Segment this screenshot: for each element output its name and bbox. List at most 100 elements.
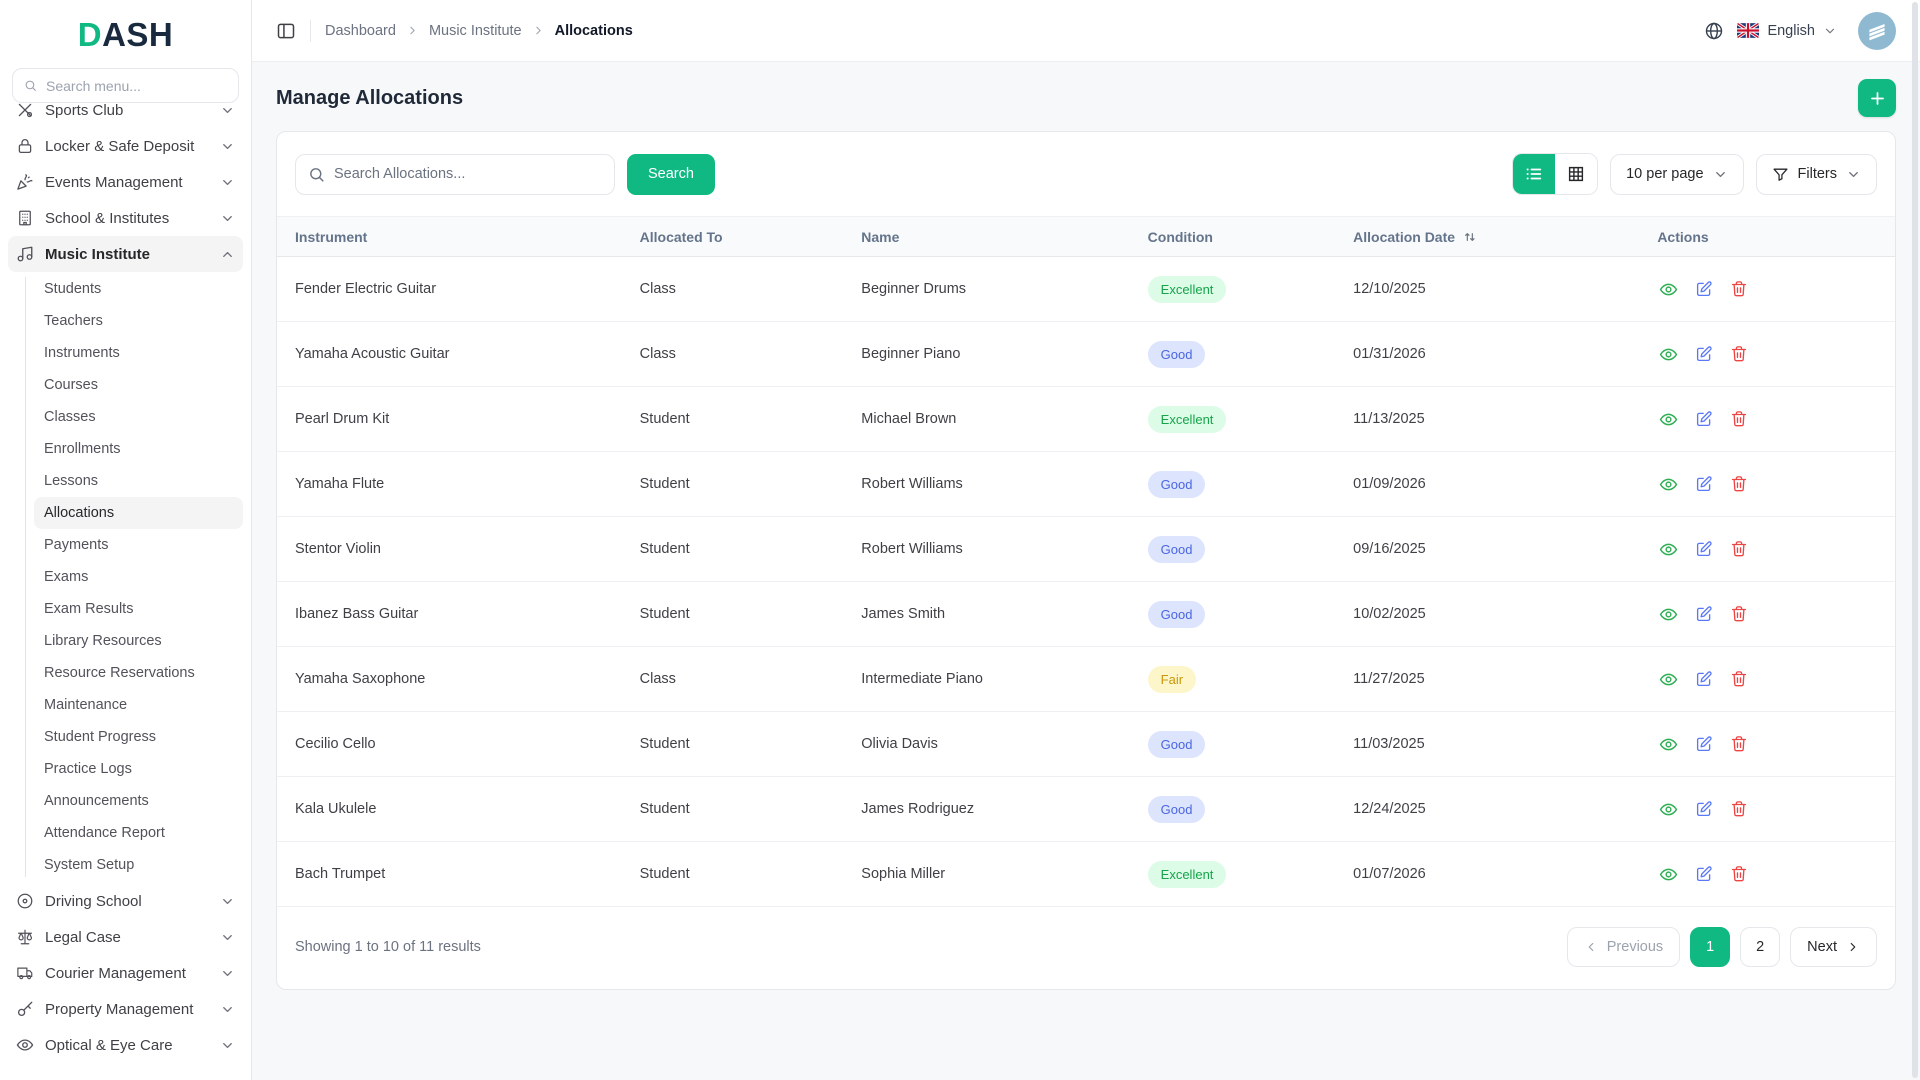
previous-page-button[interactable]: Previous (1566, 927, 1681, 967)
delete-button[interactable] (1728, 473, 1750, 495)
search-button[interactable]: Search (627, 153, 715, 195)
delete-button[interactable] (1728, 603, 1750, 625)
delete-button[interactable] (1728, 408, 1750, 430)
condition-badge: Good (1147, 730, 1206, 758)
sort-icon[interactable] (1462, 229, 1478, 245)
view-button[interactable] (1657, 798, 1680, 821)
page-buttons: 1 2 (1690, 927, 1781, 967)
edit-button[interactable] (1693, 798, 1715, 820)
sidebar-subitem[interactable]: Payments (34, 529, 243, 561)
sidebar-subitem[interactable]: Teachers (34, 305, 243, 337)
edit-button[interactable] (1693, 733, 1715, 755)
main-area: Dashboard Music Institute Allocations En… (252, 0, 1920, 1080)
view-button[interactable] (1657, 343, 1680, 366)
sidebar-subitem[interactable]: Classes (34, 401, 243, 433)
sidebar-item-events-management[interactable]: Events Management (8, 164, 243, 200)
per-page-select[interactable]: 10 per page (1610, 153, 1744, 195)
cell-allocation-date: 01/31/2026 (1335, 321, 1640, 387)
sidebar-subitem[interactable]: Student Progress (34, 721, 243, 753)
sidebar-subitem[interactable]: System Setup (34, 849, 243, 881)
sidebar-subitem[interactable]: Students (34, 273, 243, 305)
delete-button[interactable] (1728, 798, 1750, 820)
allocations-search-box[interactable] (295, 153, 615, 195)
sidebar-item-legal-case[interactable]: Legal Case (8, 919, 243, 955)
sidebar-subitem[interactable]: Courses (34, 369, 243, 401)
sidebar-subitem[interactable]: Resource Reservations (34, 657, 243, 689)
sidebar-subitem[interactable]: Exam Results (34, 593, 243, 625)
sidebar-item-sports-club[interactable]: Sports Club (8, 103, 243, 128)
edit-button[interactable] (1693, 278, 1715, 300)
sidebar-subitem[interactable]: Instruments (34, 337, 243, 369)
eye-icon (1659, 280, 1678, 299)
globe-icon[interactable] (1704, 21, 1724, 41)
add-allocation-button[interactable] (1858, 79, 1896, 117)
edit-button[interactable] (1693, 408, 1715, 430)
sidebar-subitem[interactable]: Library Resources (34, 625, 243, 657)
edit-button[interactable] (1693, 668, 1715, 690)
sidebar-item-optical-eye-care[interactable]: Optical & Eye Care (8, 1027, 243, 1063)
sidebar-subitem[interactable]: Attendance Report (34, 817, 243, 849)
sidebar-item-driving-school[interactable]: Driving School (8, 883, 243, 919)
sidebar-toggle-icon[interactable] (276, 21, 296, 41)
sidebar-subitem[interactable]: Maintenance (34, 689, 243, 721)
view-button[interactable] (1657, 538, 1680, 561)
cell-allocated-to: Class (621, 256, 844, 322)
steering-wheel-icon (16, 892, 34, 910)
cell-condition: Good (1129, 321, 1336, 387)
view-button[interactable] (1657, 473, 1680, 496)
view-button[interactable] (1657, 278, 1680, 301)
edit-button[interactable] (1693, 863, 1715, 885)
sidebar-item-label: Driving School (45, 892, 142, 910)
cell-allocated-to: Class (621, 646, 844, 712)
grid-view-button[interactable] (1555, 154, 1598, 194)
edit-button[interactable] (1693, 603, 1715, 625)
sidebar-subitem[interactable]: Exams (34, 561, 243, 593)
delete-button[interactable] (1728, 863, 1750, 885)
breadcrumb-link[interactable]: Allocations (555, 23, 633, 39)
delete-button[interactable] (1728, 343, 1750, 365)
sidebar-subitem[interactable]: Allocations (34, 497, 243, 529)
allocations-search-input[interactable] (334, 166, 602, 182)
sidebar-item-music-institute[interactable]: Music Institute (8, 236, 243, 272)
delete-button[interactable] (1728, 278, 1750, 300)
list-view-button[interactable] (1513, 154, 1556, 194)
next-page-button[interactable]: Next (1790, 927, 1877, 967)
view-button[interactable] (1657, 668, 1680, 691)
filters-button[interactable]: Filters (1755, 153, 1877, 195)
per-page-value: 10 per page (1626, 166, 1704, 182)
edit-button[interactable] (1693, 473, 1715, 495)
language-selector[interactable]: English (1737, 23, 1837, 39)
sidebar-item-property-management[interactable]: Property Management (8, 991, 243, 1027)
logo-accent-letter: D (77, 16, 103, 53)
cell-name: Robert Williams (843, 516, 1130, 582)
sidebar-item-school-institutes[interactable]: School & Institutes (8, 200, 243, 236)
window-scrollbar[interactable] (1912, 2, 1918, 1078)
delete-button[interactable] (1728, 538, 1750, 560)
page-number-button[interactable]: 1 (1690, 927, 1731, 967)
delete-button[interactable] (1728, 668, 1750, 690)
avatar[interactable] (1858, 11, 1896, 50)
edit-button[interactable] (1693, 538, 1715, 560)
view-button[interactable] (1657, 603, 1680, 626)
view-button[interactable] (1657, 408, 1680, 431)
delete-button[interactable] (1728, 733, 1750, 755)
edit-button[interactable] (1693, 343, 1715, 365)
sidebar-subitem[interactable]: Practice Logs (34, 753, 243, 785)
breadcrumb: Dashboard Music Institute Allocations (325, 23, 633, 39)
menu-search-box[interactable] (12, 68, 239, 103)
card-toolbar: Search 10 per page Filters (277, 132, 1895, 216)
menu-search-input[interactable] (46, 77, 227, 94)
cell-instrument: Ibanez Bass Guitar (277, 581, 622, 647)
sidebar-subitem[interactable]: Announcements (34, 785, 243, 817)
view-button[interactable] (1657, 733, 1680, 756)
sidebar-subitem[interactable]: Enrollments (34, 433, 243, 465)
view-button[interactable] (1657, 863, 1680, 886)
eye-icon (16, 1036, 34, 1054)
breadcrumb-link[interactable]: Music Institute (429, 23, 522, 39)
grid-view-icon (1567, 165, 1585, 183)
sidebar-item-locker-safe-deposit[interactable]: Locker & Safe Deposit (8, 128, 243, 164)
sidebar-subitem[interactable]: Lessons (34, 465, 243, 497)
breadcrumb-link[interactable]: Dashboard (325, 23, 396, 39)
page-number-button[interactable]: 2 (1740, 927, 1781, 967)
sidebar-item-courier-management[interactable]: Courier Management (8, 955, 243, 991)
